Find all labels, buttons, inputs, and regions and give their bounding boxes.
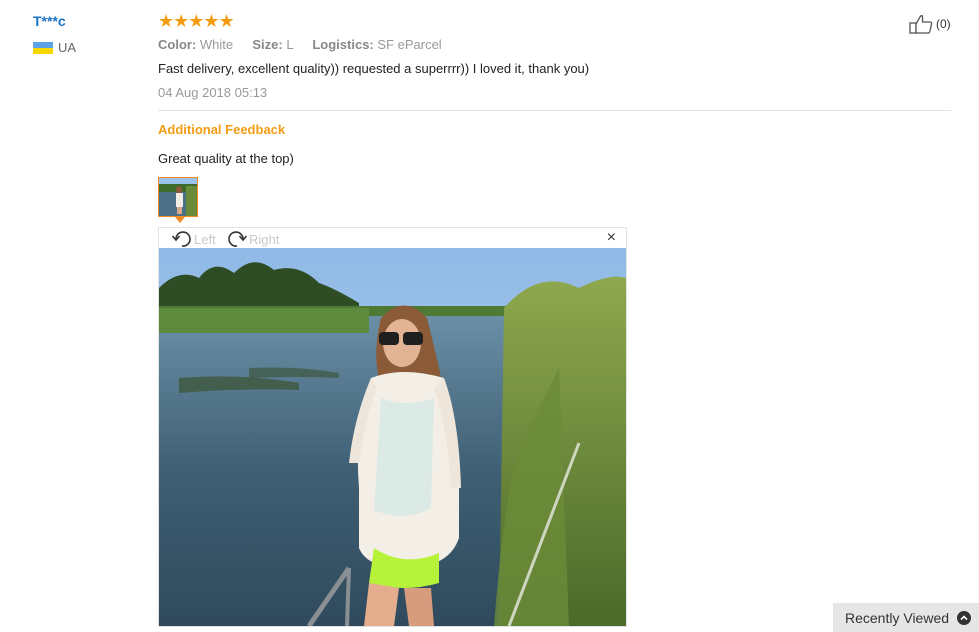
additional-feedback-text: Great quality at the top) [158,151,294,166]
attr-color-key: Color: [158,37,197,52]
attr-size-key: Size: [252,37,283,52]
ukraine-flag-icon [33,42,53,54]
review-text: Fast delivery, excellent quality)) reque… [158,61,590,76]
recently-viewed-label: Recently Viewed [845,609,950,626]
attr-color-value: White [199,37,234,52]
photo-viewer-toolbar: Left Right × [159,228,626,248]
review-photo-thumbnail[interactable] [158,177,198,217]
review-date: 04 Aug 2018 05:13 [158,85,268,100]
rotate-left-icon [171,231,191,247]
rotate-right-button[interactable]: Right [226,229,279,249]
rotate-right-icon [228,231,248,247]
review-photo [159,248,626,626]
helpful-button[interactable]: (0) [909,14,951,34]
divider [158,110,951,111]
order-attributes: Color: White Size: L Logistics: SF eParc… [158,37,442,52]
reviewer-name[interactable]: T***c [33,13,66,29]
additional-feedback-title: Additional Feedback [158,122,286,137]
rotate-right-label: Right [249,231,280,247]
helpful-count: (0) [936,17,951,31]
chevron-up-icon[interactable] [957,610,972,625]
recently-viewed-tab[interactable]: Recently Viewed [833,603,979,632]
thumbs-up-icon [909,15,933,34]
close-icon[interactable]: × [607,230,616,246]
reviewer-country: UA [58,40,77,55]
attr-size-value: L [286,37,294,52]
rotate-left-button[interactable]: Left [171,229,216,249]
star-rating: ★★★★★ [158,11,235,31]
attr-logistics-key: Logistics: [312,37,374,52]
photo-viewer: Left Right × [158,227,627,627]
thumbnail-pointer [175,217,185,223]
rotate-left-label: Left [194,231,216,247]
attr-logistics-value: SF eParcel [377,37,442,52]
